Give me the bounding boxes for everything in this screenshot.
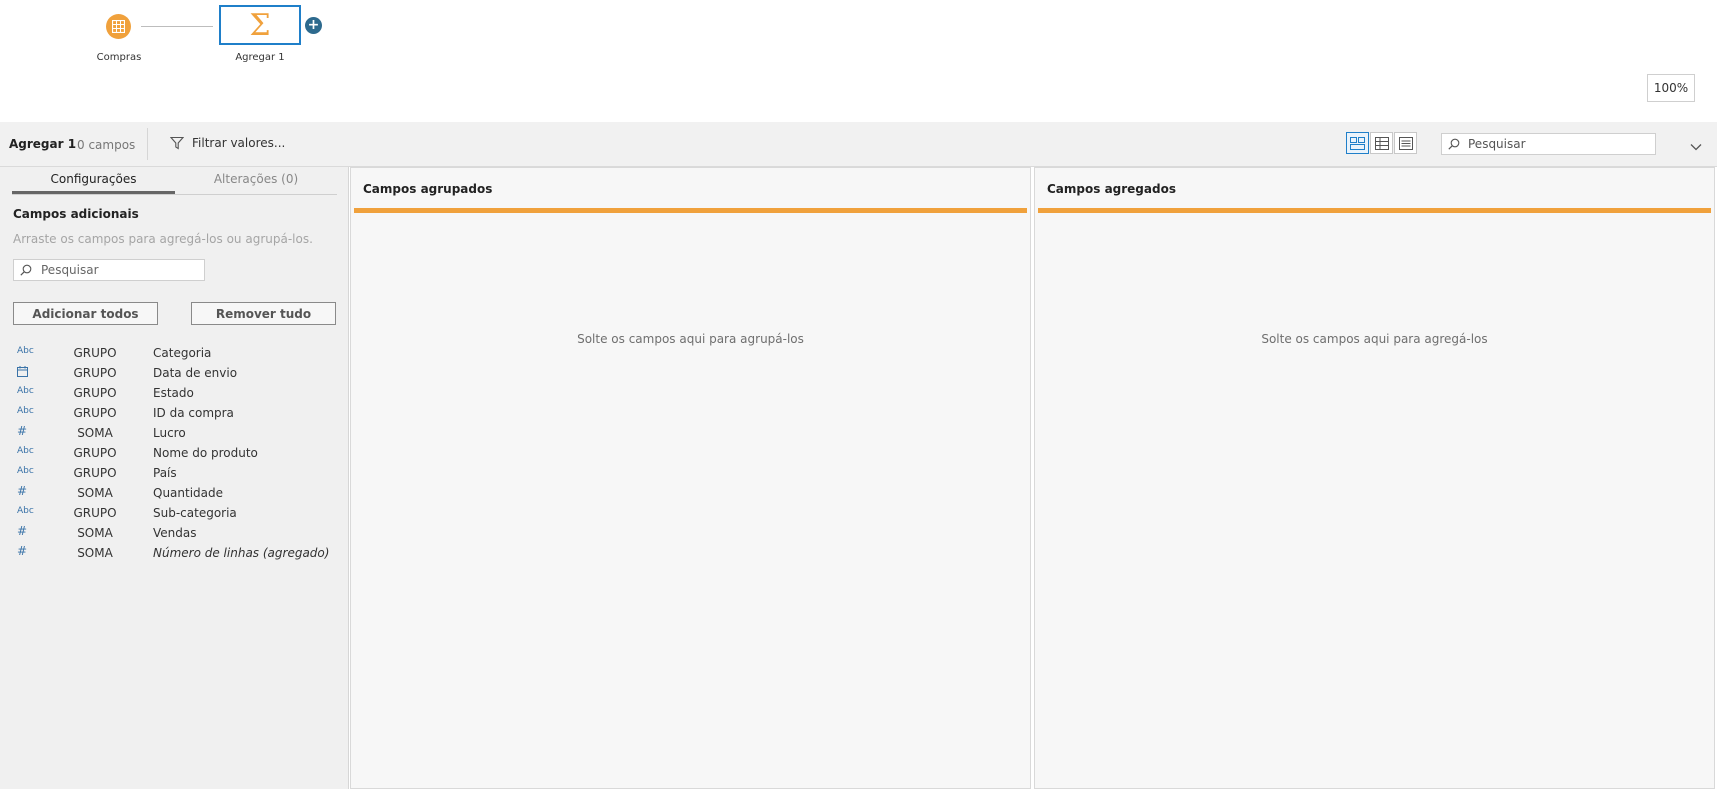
field-role[interactable]: SOMA [60,546,130,560]
field-row[interactable]: GRUPO Data de envio [0,363,349,383]
field-row[interactable]: Abc GRUPO Categoria [0,343,349,363]
grouped-fields-bar [354,208,1027,213]
table-icon [112,20,125,33]
drag-help-text: Arraste os campos para agregá-los ou agr… [13,232,313,246]
string-type-icon: Abc [17,346,34,356]
list-icon [1398,136,1413,150]
settings-sidebar: Configurações Alterações (0) Campos adic… [0,167,349,789]
field-list: Abc GRUPO Categoria GRUPO Data de envio Abc GR… [0,343,349,563]
table-view-button[interactable] [1370,132,1393,154]
add-all-button[interactable]: Adicionar todos [13,302,158,325]
tab-configuracoes[interactable]: Configurações [12,172,175,194]
aggregated-fields-bar [1038,208,1711,213]
remove-all-button[interactable]: Remover tudo [191,302,336,325]
string-type-icon: Abc [17,506,34,516]
zoom-level[interactable]: 100% [1647,74,1695,102]
field-row[interactable]: Abc GRUPO Estado [0,383,349,403]
field-row[interactable]: # SOMA Quantidade [0,483,349,503]
field-name: Categoria [153,346,212,360]
string-type-icon: Abc [17,406,34,416]
field-role[interactable]: GRUPO [60,446,130,460]
field-name: Sub-categoria [153,506,237,520]
field-role[interactable]: GRUPO [60,506,130,520]
step-toolbar: Agregar 1 0 campos Filtrar valores... Pe… [0,122,1717,167]
collapse-button[interactable] [1690,136,1702,155]
field-role[interactable]: GRUPO [60,366,130,380]
string-type-icon: Abc [17,446,34,456]
field-row[interactable]: # SOMA Vendas [0,523,349,543]
step-name: Agregar 1 [9,137,77,151]
field-role[interactable]: GRUPO [60,466,130,480]
field-role[interactable]: SOMA [60,526,130,540]
field-row[interactable]: Abc GRUPO País [0,463,349,483]
field-role[interactable]: GRUPO [60,386,130,400]
aggregate-node-label: Agregar 1 [235,52,285,63]
view-toggle-group [1346,132,1417,154]
compras-input-node[interactable] [106,14,131,39]
list-view-button[interactable] [1394,132,1417,154]
field-role[interactable]: GRUPO [60,346,130,360]
aggregated-fields-drop-hint: Solte os campos aqui para agregá-los [1261,332,1488,346]
filter-values-label: Filtrar valores... [192,136,286,150]
number-type-icon: # [17,544,28,558]
field-name: Vendas [153,526,197,540]
field-name: Estado [153,386,194,400]
profile-search-input[interactable]: Pesquisar [1441,133,1656,155]
field-role[interactable]: SOMA [60,486,130,500]
search-icon [1448,138,1460,150]
funnel-icon [170,136,184,150]
field-name: Lucro [153,426,186,440]
grouped-fields-title: Campos agrupados [363,182,493,196]
field-search-placeholder: Pesquisar [41,263,99,277]
aggregated-fields-title: Campos agregados [1047,182,1176,196]
grouped-fields-drop-hint: Solte os campos aqui para agrupá-los [577,332,804,346]
grouped-fields-panel[interactable]: Campos agrupados Solte os campos aqui pa… [350,167,1031,789]
filter-values-button[interactable]: Filtrar valores... [170,136,285,150]
field-count: 0 campos [77,138,136,152]
additional-fields-heading: Campos adicionais [13,207,139,221]
field-name: País [153,466,177,480]
field-name: ID da compra [153,406,234,420]
chevron-down-icon [1690,144,1702,151]
grid-icon [1374,136,1389,150]
card-view-icon [1350,136,1365,150]
profile-search-placeholder: Pesquisar [1468,137,1526,151]
search-icon [20,264,32,276]
flow-connector [141,26,213,27]
field-row[interactable]: Abc GRUPO ID da compra [0,403,349,423]
field-name: Data de envio [153,366,238,380]
aggregated-fields-panel[interactable]: Campos agregados Solte os campos aqui pa… [1034,167,1715,789]
field-row[interactable]: # SOMA Número de linhas (agregado) [0,543,349,563]
string-type-icon: Abc [17,466,34,476]
field-name: Número de linhas (agregado) [153,546,330,560]
field-role[interactable]: SOMA [60,426,130,440]
field-row[interactable]: Abc GRUPO Sub-categoria [0,503,349,523]
number-type-icon: # [17,424,28,438]
card-view-button[interactable] [1346,132,1369,154]
sidebar-tabs: Configurações Alterações (0) [12,172,337,195]
flow-canvas: Compras Σ Agregar 1 + 100% [0,0,1717,121]
field-role[interactable]: GRUPO [60,406,130,420]
field-search-input[interactable]: Pesquisar [13,259,205,281]
field-row[interactable]: # SOMA Lucro [0,423,349,443]
aggregate-node[interactable]: Σ [219,5,301,45]
number-type-icon: # [17,484,28,498]
calendar-icon [17,366,35,380]
toolbar-divider [147,128,148,160]
field-name: Nome do produto [153,446,258,460]
compras-node-label: Compras [96,52,142,63]
string-type-icon: Abc [17,386,34,396]
field-name: Quantidade [153,486,224,500]
sigma-icon: Σ [249,7,271,43]
add-step-button[interactable]: + [305,17,322,34]
number-type-icon: # [17,524,28,538]
tab-alteracoes[interactable]: Alterações (0) [175,172,337,194]
field-row[interactable]: Abc GRUPO Nome do produto [0,443,349,463]
